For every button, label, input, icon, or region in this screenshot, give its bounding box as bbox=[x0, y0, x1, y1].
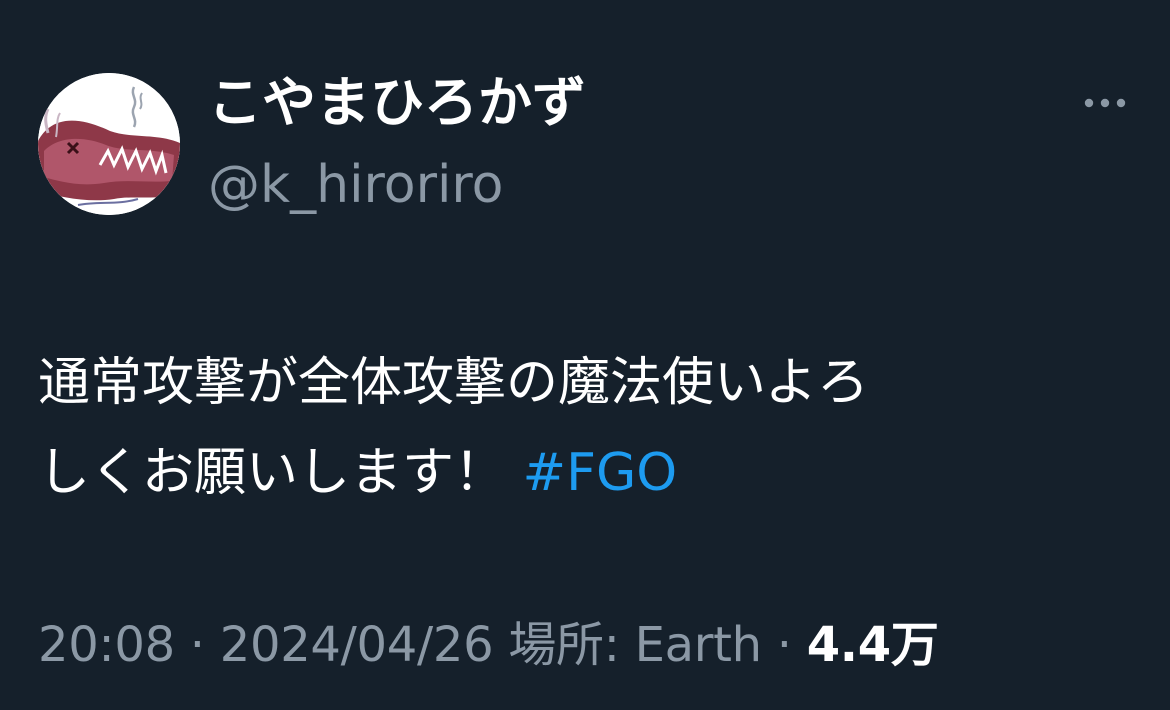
view-count[interactable]: 4.4万 bbox=[807, 617, 939, 673]
user-handle[interactable]: @k_hiroriro bbox=[208, 150, 503, 220]
hashtag-link[interactable]: #FGO bbox=[523, 443, 678, 503]
tweet-text: 通常攻撃が全体攻撃の魔法使いよろ しくお願いします！ #FGO bbox=[38, 338, 1133, 518]
tweet-text-line-2: しくお願いします！ bbox=[38, 443, 523, 503]
tweet-location: 場所: Earth bbox=[493, 617, 762, 673]
display-name[interactable]: こやまひろかず bbox=[208, 66, 586, 140]
meta-separator: · bbox=[174, 617, 220, 673]
meta-separator: · bbox=[761, 617, 807, 673]
tweet-date[interactable]: 2024/04/26 bbox=[220, 617, 494, 673]
avatar[interactable] bbox=[38, 73, 180, 215]
user-avatar-illustration bbox=[38, 73, 180, 215]
tweet-text-line-1: 通常攻撃が全体攻撃の魔法使いよろ bbox=[38, 353, 869, 413]
tweet-metadata: 20:08 · 2024/04/26 場所: Earth · 4.4万 bbox=[38, 610, 939, 680]
more-options-button[interactable] bbox=[1080, 88, 1130, 118]
tweet-card: こやまひろかず @k_hiroriro 通常攻撃が全体攻撃の魔法使いよろ しくお… bbox=[0, 0, 1170, 710]
tweet-time[interactable]: 20:08 bbox=[38, 617, 175, 673]
more-horizontal-icon bbox=[1084, 98, 1126, 108]
